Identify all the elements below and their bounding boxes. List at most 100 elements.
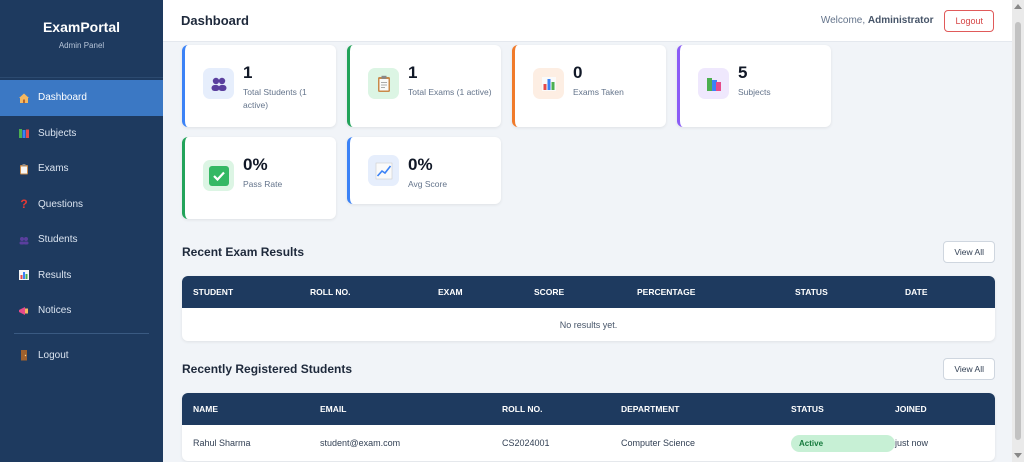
stat-value: 5 (738, 63, 748, 82)
column-header: JOINED (895, 404, 927, 414)
table-row[interactable]: Rahul Sharma student@exam.com CS2024001 … (182, 425, 995, 461)
brand-subtitle: Admin Panel (58, 41, 105, 50)
sidebar-item-students[interactable]: Students (0, 222, 163, 258)
student-roll: CS2024001 (502, 438, 550, 448)
column-header: STUDENT (193, 287, 234, 297)
door-icon (18, 349, 30, 361)
megaphone-icon (18, 305, 30, 317)
books-icon (18, 127, 30, 139)
stat-label: Avg Score (408, 179, 448, 189)
scrollbar[interactable] (1012, 0, 1024, 462)
scroll-up-arrow-icon[interactable] (1014, 4, 1022, 9)
logout-button[interactable]: Logout (944, 9, 994, 32)
view-all-results-button[interactable]: View All (943, 240, 995, 263)
stat-label: Pass Rate (243, 179, 283, 189)
top-bar: Dashboard Welcome, Administrator Logout (163, 0, 1012, 42)
books-icon (698, 68, 729, 99)
sidebar-item-exams[interactable]: Exams (0, 151, 163, 187)
users-icon (203, 68, 234, 99)
main-content: 1 Total Students (1 active) 1 Total Exam… (182, 45, 995, 461)
user-area: Welcome, Administrator Logout (821, 9, 994, 32)
users-icon (18, 234, 30, 246)
brand: ExamPortal Admin Panel (0, 0, 163, 78)
welcome-prefix: Welcome, (820, 15, 866, 26)
stat-card-exams-taken: 0 Exams Taken (512, 45, 666, 127)
sidebar-item-dashboard[interactable]: Dashboard (0, 80, 163, 116)
stat-value: 0 (573, 63, 583, 82)
scrollbar-thumb[interactable] (1015, 22, 1021, 440)
column-header: ROLL NO. (310, 287, 351, 297)
sidebar-item-label: Exams (38, 163, 69, 175)
empty-state: No results yet. (182, 308, 995, 341)
stat-card-subjects: 5 Subjects (677, 45, 831, 127)
student-name: Rahul Sharma (193, 438, 251, 448)
students-table: NAME EMAIL ROLL NO. DEPARTMENT STATUS JO… (182, 393, 995, 461)
sidebar-item-label: Dashboard (38, 92, 87, 104)
results-table: STUDENT ROLL NO. EXAM SCORE PERCENTAGE S… (182, 276, 995, 341)
column-header: STATUS (791, 404, 824, 414)
sidebar-nav: Dashboard Subjects Exams ? Questions Stu… (0, 80, 163, 373)
stat-value: 0% (408, 155, 433, 174)
view-all-students-button[interactable]: View All (943, 357, 995, 380)
sidebar-item-label: Results (38, 269, 72, 281)
sidebar-item-subjects[interactable]: Subjects (0, 116, 163, 152)
sidebar-item-label: Notices (38, 305, 72, 317)
column-header: ROLL NO. (502, 404, 543, 414)
stat-card-avg-score: 0% Avg Score (347, 137, 501, 204)
brand-title: ExamPortal (42, 19, 121, 35)
stat-value: 1 (243, 63, 253, 82)
sidebar: ExamPortal Admin Panel Dashboard Subject… (0, 0, 163, 462)
page-title: Dashboard (181, 13, 249, 28)
sidebar-item-label: Subjects (38, 127, 77, 139)
check-icon (203, 160, 234, 191)
welcome-text: Welcome, Administrator (821, 15, 934, 26)
table-header: NAME EMAIL ROLL NO. DEPARTMENT STATUS JO… (182, 393, 995, 425)
stat-label: Total Exams (1 active) (408, 87, 492, 97)
bar-chart-icon (18, 269, 30, 281)
column-header: PERCENTAGE (637, 287, 696, 297)
table-header: STUDENT ROLL NO. EXAM SCORE PERCENTAGE S… (182, 276, 995, 308)
section-title: Recently Registered Students (182, 361, 353, 376)
sidebar-item-label: Questions (38, 198, 84, 210)
scroll-down-arrow-icon[interactable] (1014, 453, 1022, 458)
status-badge: Active (791, 434, 895, 452)
question-icon: ? (20, 197, 28, 212)
sidebar-item-results[interactable]: Results (0, 258, 163, 294)
sidebar-item-questions[interactable]: ? Questions (0, 187, 163, 223)
column-header: STATUS (795, 287, 828, 297)
recent-results-header: Recent Exam Results View All (182, 240, 995, 263)
student-status-cell: Active (791, 434, 895, 452)
sidebar-divider (14, 332, 149, 334)
bar-chart-icon (533, 68, 564, 99)
column-header: EXAM (438, 287, 463, 297)
column-header: EMAIL (320, 404, 347, 414)
sidebar-item-logout[interactable]: Logout (0, 338, 163, 374)
recent-students-header: Recently Registered Students View All (182, 357, 995, 380)
username: Administrator (867, 15, 934, 26)
column-header: NAME (193, 404, 219, 414)
sidebar-item-notices[interactable]: Notices (0, 293, 163, 329)
student-joined: just now (895, 438, 929, 448)
stat-value: 1 (408, 63, 418, 82)
student-email: student@exam.com (320, 438, 401, 448)
student-department: Computer Science (621, 438, 696, 448)
stat-label: Exams Taken (573, 87, 624, 97)
sidebar-item-label: Logout (38, 349, 69, 361)
stat-value: 0% (243, 155, 268, 174)
column-header: SCORE (534, 287, 565, 297)
trend-icon (368, 155, 399, 186)
column-header: DEPARTMENT (621, 404, 680, 414)
stat-label: Total Students (1 active) (243, 87, 307, 110)
stat-cards: 1 Total Students (1 active) 1 Total Exam… (182, 45, 995, 219)
clipboard-icon (18, 163, 30, 175)
house-icon (18, 92, 30, 104)
empty-message: No results yet. (559, 319, 618, 330)
stat-card-students: 1 Total Students (1 active) (182, 45, 336, 127)
section-title: Recent Exam Results (182, 244, 305, 259)
sidebar-item-label: Students (38, 234, 78, 246)
clipboard-icon (368, 68, 399, 99)
stat-card-exams: 1 Total Exams (1 active) (347, 45, 501, 127)
stat-label: Subjects (738, 87, 771, 97)
column-header: DATE (905, 287, 928, 297)
stat-card-pass-rate: 0% Pass Rate (182, 137, 336, 219)
